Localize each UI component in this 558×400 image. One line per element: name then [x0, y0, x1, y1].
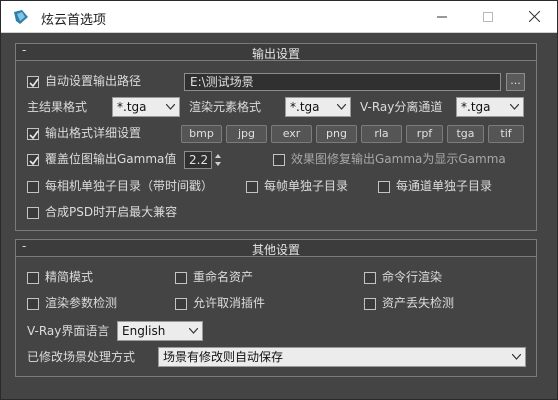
xuanyun-logo-icon [13, 9, 29, 25]
format-button-bmp[interactable]: bmp [181, 125, 222, 143]
output-path-input[interactable]: E:\测试场景 [184, 73, 501, 91]
missing-asset-check-label: 资产丢失检测 [382, 296, 455, 310]
check-icon [29, 130, 39, 140]
title-bar[interactable]: 炫云首选项 [1, 1, 557, 33]
psd-compat-checkbox[interactable] [27, 207, 39, 219]
effect-gamma-label: 效果图修复输出Gamma为显示Gamma [291, 152, 506, 166]
per-channel-subdir-label: 每通道单独子目录 [396, 179, 493, 193]
per-frame-subdir-checkbox[interactable] [246, 181, 258, 193]
maximize-button[interactable] [465, 1, 511, 32]
modified-scene-label: 已修改场景处理方式 [27, 350, 136, 364]
chevron-down-icon [512, 354, 521, 360]
format-button-exr[interactable]: exr [271, 125, 312, 143]
command-render-label: 命令行渲染 [382, 270, 443, 284]
check-icon [29, 78, 39, 88]
other-settings-title: 其他设置 [251, 243, 300, 257]
render-param-check-label: 渲染参数检测 [45, 296, 118, 310]
format-detail-checkbox[interactable] [27, 128, 39, 140]
output-settings-title: 输出设置 [251, 47, 300, 61]
vray-channel-label: V-Ray分离通道 [360, 100, 443, 114]
render-param-check-checkbox[interactable] [27, 298, 39, 310]
per-camera-subdir-label: 每相机单独子目录（带时间戳） [45, 179, 214, 193]
chevron-down-icon [337, 104, 346, 110]
minimize-icon [437, 16, 447, 17]
psd-compat-label: 合成PSD时开启最大兼容 [45, 205, 178, 219]
allow-cancel-plugin-checkbox[interactable] [175, 298, 187, 310]
maximize-icon [483, 11, 493, 22]
browse-path-button[interactable]: ... [506, 73, 525, 91]
other-settings-header[interactable]: - 其他设置 [16, 239, 536, 257]
format-button-rla[interactable]: rla [361, 125, 402, 143]
simple-mode-label: 精简模式 [45, 270, 94, 284]
format-detail-label: 输出格式详细设置 [45, 126, 142, 140]
element-format-value: *.tga [290, 100, 320, 114]
spinner-arrows-icon [215, 154, 221, 166]
vray-language-value: English [122, 324, 166, 338]
format-button-jpg[interactable]: jpg [226, 125, 267, 143]
allow-cancel-plugin-label: 允许取消插件 [193, 296, 266, 310]
close-button[interactable] [511, 1, 557, 32]
modified-scene-select[interactable]: 场景有修改则自动保存 [158, 347, 526, 367]
main-format-select[interactable]: *.tga [112, 97, 180, 117]
command-render-checkbox[interactable] [364, 272, 376, 284]
format-button-tif[interactable]: tif [488, 125, 524, 143]
per-camera-subdir-checkbox[interactable] [27, 181, 39, 193]
per-channel-subdir-checkbox[interactable] [378, 181, 390, 193]
preferences-window: 炫云首选项 - 输出设置 自动设置输出路径 E:\测试场景 ... 主结果格式 … [0, 0, 558, 400]
format-button-rpf[interactable]: rpf [406, 125, 443, 143]
auto-output-path-label: 自动设置输出路径 [45, 74, 142, 88]
gamma-spinner[interactable] [213, 151, 223, 169]
format-button-png[interactable]: png [316, 125, 357, 143]
gamma-override-label: 覆盖位图输出Gamma值 [45, 152, 177, 166]
check-icon [29, 156, 39, 166]
element-format-label: 渲染元素格式 [189, 100, 262, 114]
chevron-down-icon [189, 328, 198, 334]
chevron-down-icon [510, 104, 519, 110]
auto-output-path-checkbox[interactable] [27, 76, 39, 88]
gamma-value-input[interactable]: 2.2 [184, 151, 212, 169]
output-settings-header[interactable]: - 输出设置 [16, 43, 536, 61]
per-frame-subdir-label: 每帧单独子目录 [264, 179, 349, 193]
gamma-override-checkbox[interactable] [27, 154, 39, 166]
vray-language-label: V-Ray界面语言 [27, 324, 110, 338]
vray-channel-value: *.tga [461, 100, 491, 114]
element-format-select[interactable]: *.tga [285, 97, 351, 117]
chevron-down-icon [166, 104, 175, 110]
modified-scene-value: 场景有修改则自动保存 [163, 350, 284, 364]
main-format-value: *.tga [117, 100, 147, 114]
format-button-tga[interactable]: tga [447, 125, 484, 143]
rename-assets-checkbox[interactable] [175, 272, 187, 284]
close-icon [528, 11, 540, 22]
main-format-label: 主结果格式 [27, 100, 88, 114]
vray-channel-select[interactable]: *.tga [456, 97, 524, 117]
rename-assets-label: 重命名资产 [193, 270, 254, 284]
vray-language-select[interactable]: English [117, 321, 203, 341]
simple-mode-checkbox[interactable] [27, 272, 39, 284]
missing-asset-check-checkbox[interactable] [364, 298, 376, 310]
minimize-button[interactable] [419, 1, 465, 32]
window-title: 炫云首选项 [41, 13, 107, 28]
effect-gamma-checkbox[interactable] [273, 154, 285, 166]
